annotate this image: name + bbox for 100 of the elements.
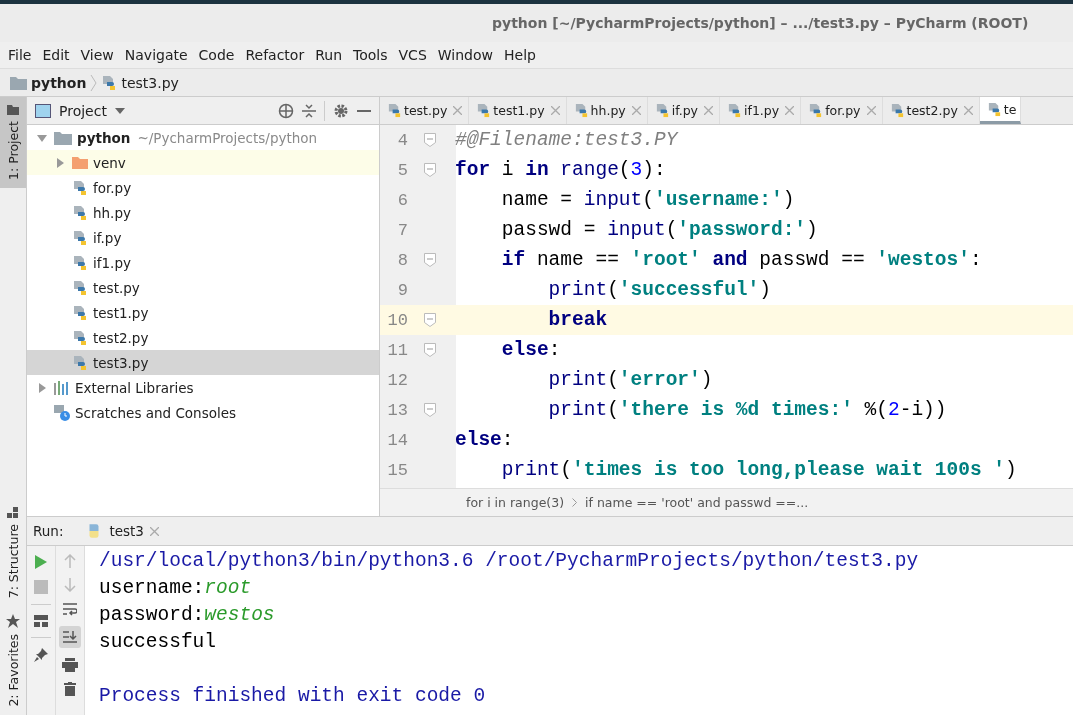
tree-item[interactable]: for.py (93, 179, 132, 196)
structure-icon (7, 506, 19, 519)
editor-tab[interactable]: test2.py (882, 97, 980, 124)
line-number: 8 (396, 250, 408, 270)
line-number: 12 (386, 370, 408, 390)
python-file-icon (72, 229, 88, 246)
layout-icon[interactable] (34, 615, 48, 627)
delete-icon[interactable] (64, 682, 76, 696)
code-line: passwd = input('password:') (500, 219, 818, 241)
python-file-icon (387, 103, 402, 118)
tree-item[interactable]: test3.py (93, 354, 149, 371)
fold-marker-icon[interactable] (424, 163, 436, 177)
breadcrumb-item[interactable]: for i in range(3) (466, 495, 565, 510)
python-file-icon (101, 74, 118, 91)
fold-marker-icon[interactable] (424, 253, 436, 267)
chevron-icon (90, 73, 98, 92)
menu-item[interactable]: Help (502, 47, 542, 63)
code-line: if name == 'root' and passwd == 'westos': (500, 249, 982, 271)
breadcrumb-item[interactable]: test3.py (121, 74, 179, 91)
fold-marker-icon[interactable] (424, 133, 436, 147)
close-icon[interactable] (866, 106, 876, 115)
tree-item[interactable]: test1.py (93, 304, 149, 321)
fold-marker-icon[interactable] (424, 343, 436, 357)
down-arrow-icon[interactable] (64, 578, 76, 592)
code-line: name = input('username:') (500, 189, 795, 211)
editor-tab[interactable]: for.py (801, 97, 883, 124)
up-arrow-icon[interactable] (64, 554, 76, 568)
menu-item[interactable]: VCS (396, 47, 433, 63)
tree-item[interactable]: if1.py (93, 254, 131, 271)
tree-item[interactable]: hh.py (93, 204, 131, 221)
close-icon[interactable] (453, 106, 463, 115)
menu-item[interactable]: Run (313, 47, 349, 63)
editor-tab[interactable]: hh.py (566, 97, 648, 124)
close-icon[interactable] (550, 106, 560, 115)
menu-item[interactable]: Tools (351, 47, 394, 63)
collapse-arrow-icon[interactable] (37, 132, 47, 143)
settings-icon[interactable] (333, 102, 349, 119)
stop-icon[interactable] (34, 580, 48, 594)
pin-icon[interactable] (34, 648, 48, 662)
close-icon[interactable] (149, 526, 159, 536)
fold-marker-icon[interactable] (424, 403, 436, 417)
python-file-icon (476, 103, 492, 118)
tree-item[interactable]: External Libraries (75, 379, 194, 396)
line-number: 13 (386, 400, 408, 420)
editor-tab[interactable]: te (979, 97, 1022, 124)
tree-item[interactable]: if.py (93, 229, 122, 246)
line-number: 10 (386, 310, 408, 330)
tree-item[interactable]: python (77, 129, 131, 146)
console-line: Process finished with exit code 0 (99, 683, 487, 709)
code-line: for i in range(3): (455, 159, 666, 181)
menu-item[interactable]: Window (435, 47, 499, 63)
line-number: 9 (396, 280, 408, 300)
console-line: successful (99, 629, 218, 655)
menu-item[interactable]: Code (196, 47, 241, 63)
editor-tab[interactable]: if.py (647, 97, 720, 124)
project-tool-tab[interactable]: 1: Project (0, 97, 26, 188)
breadcrumb-item[interactable]: if name == 'root' and passwd ==... (585, 495, 809, 510)
window-title: python [~/PycharmProjects/python] – .../test3.py – PyCharm (ROOT) (492, 15, 1029, 31)
menu-item[interactable]: Navigate (122, 47, 194, 63)
tool-window-tab[interactable]: 2: Favorites (0, 606, 26, 715)
scroll-to-end-icon (63, 630, 77, 644)
menu-item[interactable]: Refactor (243, 47, 311, 63)
close-icon[interactable] (631, 106, 641, 115)
menu-item[interactable]: Edit (40, 47, 76, 63)
locate-icon[interactable] (278, 102, 294, 119)
folder-icon (54, 130, 72, 145)
python-file-icon (72, 204, 88, 221)
print-icon[interactable] (62, 658, 78, 672)
run-icon[interactable] (34, 554, 48, 570)
python-file-icon (72, 304, 88, 321)
editor-tab[interactable]: test1.py (469, 97, 567, 124)
run-tab[interactable]: test3 (85, 522, 159, 540)
tree-item[interactable]: venv (93, 154, 126, 171)
close-icon[interactable] (963, 106, 973, 115)
console-line: /usr/local/python3/bin/python3.6 /root/PycharmProjects/python/test3.py (99, 548, 920, 574)
menu-item[interactable]: File (6, 47, 38, 63)
code-line: break (547, 309, 608, 331)
scroll-to-end-button[interactable] (59, 626, 81, 648)
soft-wrap-icon[interactable] (63, 602, 77, 616)
tree-item[interactable]: test.py (93, 279, 140, 296)
tool-window-tab[interactable]: 7: Structure (0, 498, 26, 607)
breadcrumb-item[interactable]: python (31, 74, 87, 91)
tree-item[interactable]: Scratches and Consoles (75, 404, 237, 421)
dropdown-caret-icon[interactable] (114, 107, 125, 114)
tree-item[interactable]: test2.py (93, 329, 149, 346)
editor-tab[interactable]: if1.py (720, 97, 802, 124)
expand-arrow-icon[interactable] (37, 382, 47, 393)
editor-tab[interactable]: test.py (380, 97, 470, 124)
project-view-selector[interactable]: Project (59, 102, 107, 119)
line-number: 6 (396, 190, 408, 210)
menu-item[interactable]: View (78, 47, 120, 63)
expand-arrow-icon[interactable] (55, 157, 65, 168)
console-line: username:root (99, 575, 253, 601)
collapse-icon[interactable] (302, 102, 316, 119)
fold-marker-icon[interactable] (424, 313, 436, 327)
python-file-icon (72, 179, 88, 196)
close-icon[interactable] (785, 106, 795, 115)
close-icon[interactable] (704, 106, 713, 115)
python-file-icon (72, 329, 88, 346)
python-file-icon (72, 354, 88, 371)
